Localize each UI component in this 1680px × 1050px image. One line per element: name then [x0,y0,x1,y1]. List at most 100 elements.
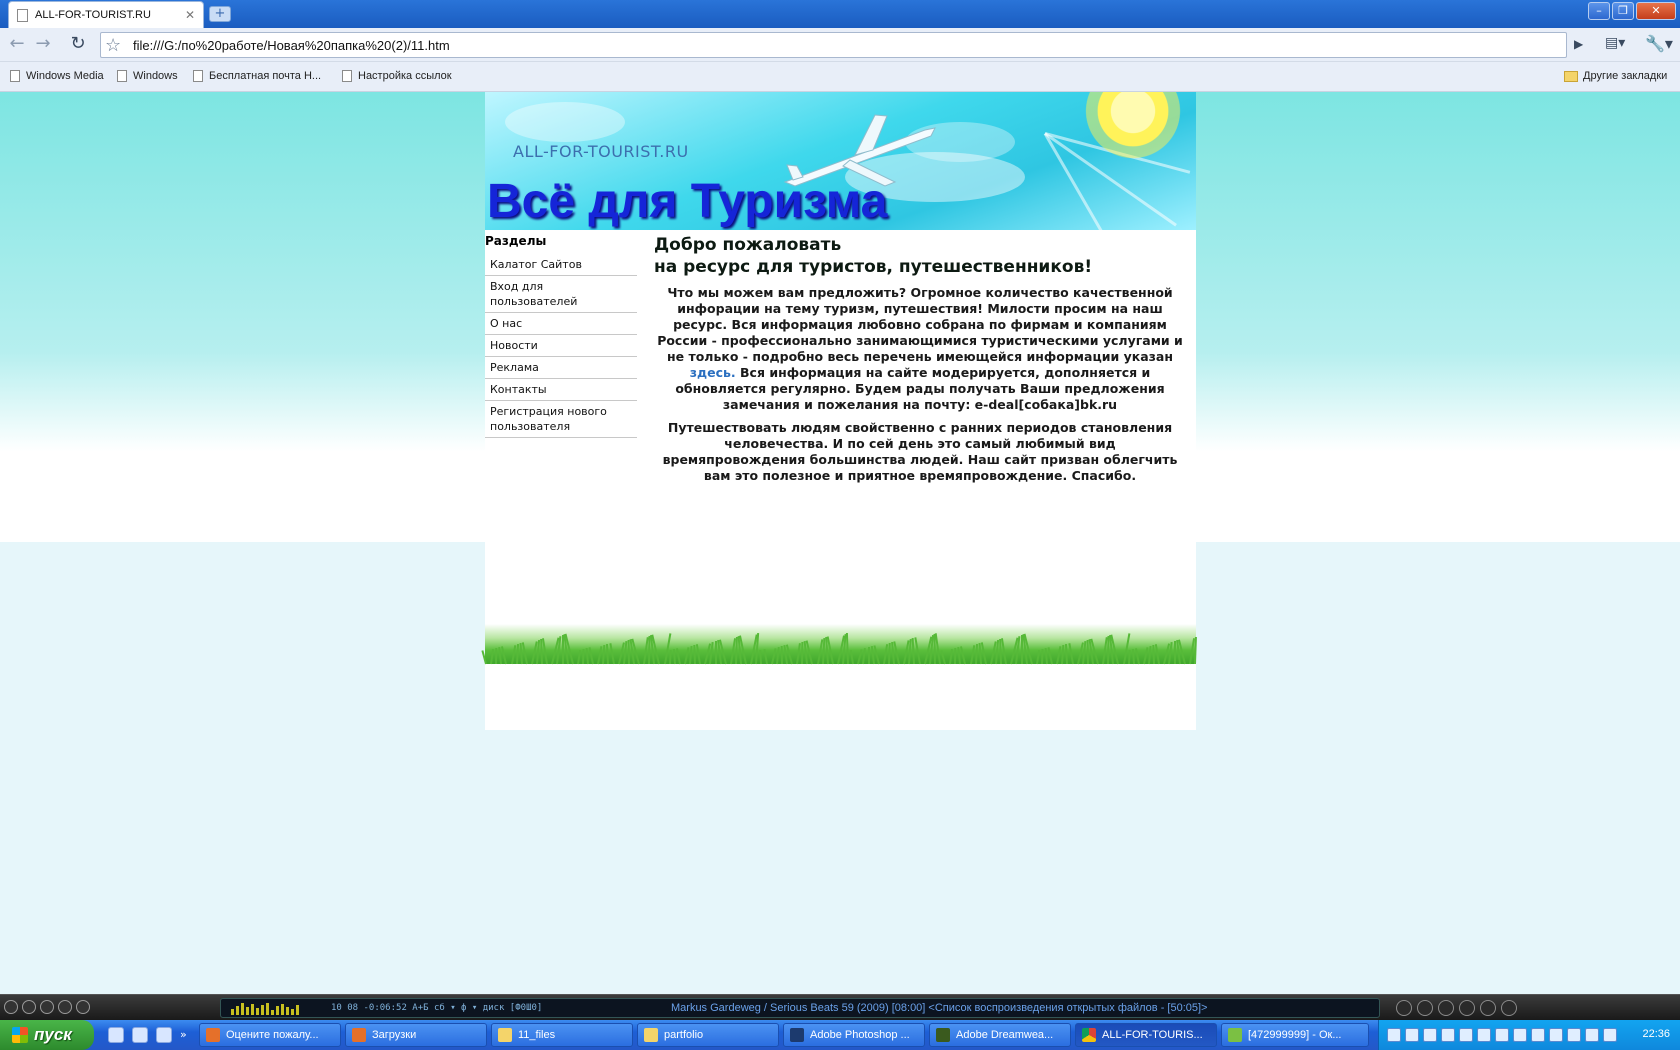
stop-icon[interactable] [1417,1000,1433,1016]
taskbar-item[interactable]: partfolio [637,1023,779,1047]
bookmark-item[interactable]: Настройка ссылок [342,70,452,82]
quick-launch-icon[interactable] [156,1027,172,1043]
taskbar-item[interactable]: [472999999] - Ок... [1221,1023,1369,1047]
player-option-icon[interactable] [58,1000,72,1014]
sidebar-item-contacts[interactable]: Контакты [485,379,637,401]
page-viewport: ALL-FOR-TOURIST.RU Всё для Туризма Разде… [0,92,1680,994]
clock[interactable]: 22:36 [1642,1028,1670,1040]
taskbar-item[interactable]: Загрузки [345,1023,487,1047]
tray-icon[interactable] [1585,1028,1599,1042]
equalizer-graphic [231,1003,299,1015]
play-icon[interactable] [1438,1000,1454,1016]
other-bookmarks[interactable]: Другие закладки [1564,70,1667,82]
player-option-icon[interactable] [76,1000,90,1014]
back-arrow-icon[interactable]: ← [6,34,28,56]
grass-blade [1001,638,1008,665]
chevron-right-icon[interactable]: » [180,1027,187,1043]
minimize-button[interactable]: – [1588,2,1610,20]
grass-blade [581,648,585,665]
sidebar-item-catalog[interactable]: Калатог Сайтов [485,254,637,276]
player-option-icon[interactable] [22,1000,36,1014]
system-tray: 22:36 [1378,1020,1680,1050]
taskbar-item[interactable]: Adobe Dreamwea... [929,1023,1071,1047]
banner-domain: ALL-FOR-TOURIST.RU [513,142,689,161]
close-tab-icon[interactable]: ✕ [185,8,195,22]
record-icon[interactable] [1501,1000,1517,1016]
player-controls [1396,1000,1517,1016]
bookmark-label: Windows Media [26,70,104,82]
tray-icon[interactable] [1603,1028,1617,1042]
folder-icon [644,1028,658,1042]
tray-icon[interactable] [1441,1028,1455,1042]
tray-icon[interactable] [1477,1028,1491,1042]
tray-icon[interactable] [1423,1028,1437,1042]
start-button[interactable]: пуск [0,1020,94,1050]
taskbar-item[interactable]: Оцените пожалу... [199,1023,341,1047]
grass-blade [1193,636,1197,665]
tray-icon[interactable] [1513,1028,1527,1042]
site-container: ALL-FOR-TOURIST.RU Всё для Туризма Разде… [481,92,1197,730]
sidebar-item-register[interactable]: Регистрация нового пользователя [485,401,637,438]
main-content: Добро пожаловать на ресурс для туристов,… [654,234,1186,484]
bookmark-item[interactable]: Windows [117,70,178,82]
here-link[interactable]: здесь. [690,365,736,380]
tray-icon[interactable] [1495,1028,1509,1042]
go-icon[interactable]: ▶ [1574,37,1583,51]
bookmark-item[interactable]: Бесплатная почта Н... [193,70,321,82]
tray-icon[interactable] [1549,1028,1563,1042]
prev-track-icon[interactable] [1396,1000,1412,1016]
tray-icon[interactable] [1387,1028,1401,1042]
firefox-icon [206,1028,220,1042]
wrench-icon[interactable]: 🔧▾ [1645,34,1673,53]
forward-arrow-icon[interactable]: → [32,34,54,56]
taskbar-item[interactable]: Adobe Photoshop ... [783,1023,925,1047]
tray-icon[interactable] [1567,1028,1581,1042]
grass-blade [1047,647,1054,665]
grass-blade [689,645,693,665]
sidebar-item-ads[interactable]: Реклама [485,357,637,379]
grass-blade [1155,644,1161,665]
tray-icon[interactable] [1459,1028,1473,1042]
page-menu-icon[interactable]: ▤▾ [1605,35,1625,51]
tray-icon[interactable] [1531,1028,1545,1042]
new-tab-button[interactable]: + [209,6,231,22]
quick-launch-icon[interactable] [108,1027,124,1043]
grass-blade [960,646,967,665]
grass-blade [1065,643,1069,665]
grass-blade [714,641,717,664]
taskbar-item[interactable]: 11_files [491,1023,633,1047]
grass-blade [501,646,508,665]
sidebar-item-about[interactable]: О нас [485,313,637,335]
bookmark-item[interactable]: Windows Media [10,70,104,82]
quick-launch-icon[interactable] [132,1027,148,1043]
player-display: 10 08 -0:06:52 А+Б сб ▾ ф ▾ диск [Ф0Ш0] … [220,998,1380,1018]
grass-blade [759,649,763,665]
pause-icon[interactable] [1480,1000,1496,1016]
sun-graphic [1078,92,1188,166]
grass-blade [542,638,549,665]
grass-blade [602,644,606,665]
grass-blade [490,649,495,665]
taskbar-item-active[interactable]: ALL-FOR-TOURIS... [1075,1023,1217,1047]
bookmark-label: Настройка ссылок [358,70,452,82]
player-time-readout: 10 08 -0:06:52 А+Б сб ▾ ф ▾ диск [Ф0Ш0] [331,1003,543,1013]
page-icon [10,70,20,82]
sidebar-title: Разделы [485,234,547,248]
grass-decoration [481,624,1197,665]
bookmark-star-icon[interactable]: ☆ [105,35,121,56]
sidebar-item-news[interactable]: Новости [485,335,637,357]
tray-icon[interactable] [1405,1028,1419,1042]
folder-icon [1564,70,1578,82]
grass-blade [1173,641,1176,664]
next-track-icon[interactable] [1459,1000,1475,1016]
address-url[interactable]: file:///G:/по%20работе/Новая%20папка%20(… [133,38,450,53]
quick-launch: » [108,1027,187,1043]
player-option-icon[interactable] [40,1000,54,1014]
player-menu-icon[interactable] [4,1000,18,1014]
close-window-button[interactable]: ✕ [1636,2,1676,20]
browser-tab[interactable]: ALL-FOR-TOURIST.RU ✕ [8,1,204,28]
reload-icon[interactable]: ↻ [67,34,89,56]
address-bar[interactable]: ☆ file:///G:/по%20работе/Новая%20папка%2… [100,32,1567,58]
restore-button[interactable]: ❐ [1612,2,1634,20]
sidebar-item-login[interactable]: Вход для пользователей [485,276,637,313]
